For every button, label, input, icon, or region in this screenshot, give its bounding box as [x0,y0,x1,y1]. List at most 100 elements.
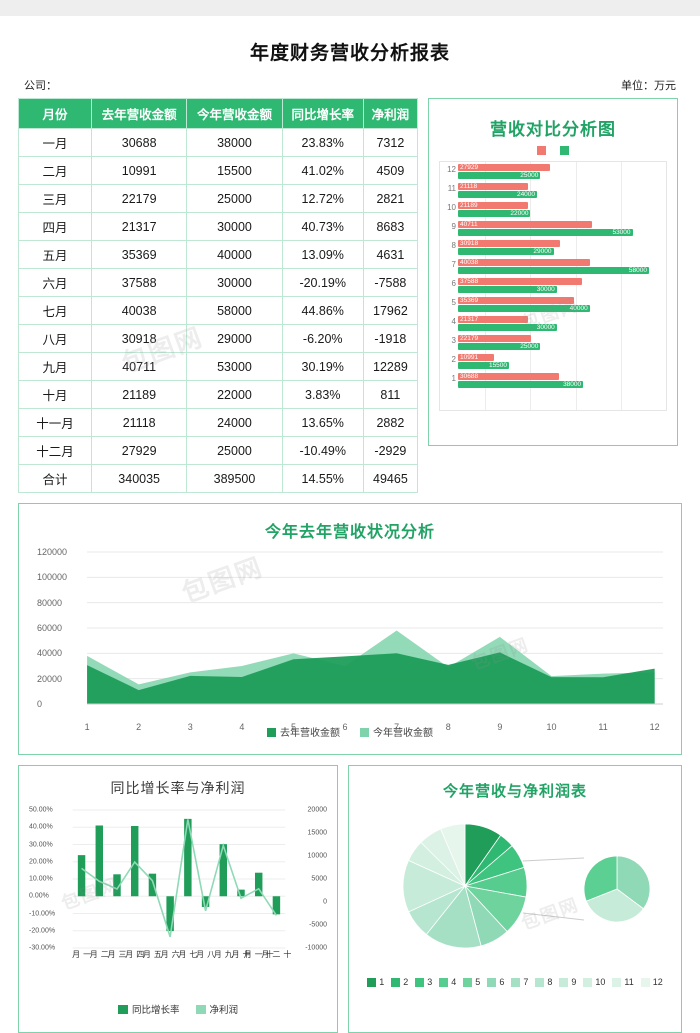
axis-tick-label: -20.00% [29,927,56,935]
bar-group: 4 21317 30000 [452,314,666,333]
bar-this-year: 25000 [458,343,541,350]
legend-label: 10 [595,977,606,987]
axis-tick-label: 5 [451,298,456,307]
area-chart-legend: 去年营收金额 今年营收金额 [27,724,673,739]
table-cell: 53000 [186,352,283,381]
table-row: 四月 21317 30000 40.73% 8683 [18,212,419,241]
col-this-year: 今年营收金额 [186,98,283,129]
legend-swatch [415,977,425,987]
table-cell: -6.20% [281,324,364,353]
bar-growth-rate [77,855,86,897]
compare-chart-plot: 12 27929 25000 11 21118 24000 10 21189 22000 9 407… [439,161,667,411]
legend-label: 1 [379,977,385,987]
table-cell: -10.49% [281,436,364,465]
table-cell: 10991 [90,156,188,185]
bar-last-year: 10991 [458,354,495,361]
table-cell: 811 [362,380,419,409]
axis-tick-label: 5 [290,722,296,732]
axis-tick-label: 9 [497,722,503,732]
pie-legend-item: 3 [415,977,432,987]
bar-group: 12 27929 25000 [447,162,666,181]
axis-tick-label: 40000 [37,648,63,659]
legend-swatch [487,977,497,987]
table-cell: 七月 [18,296,92,325]
axis-tick-label: 12 [447,165,456,174]
table-cell: 14.55% [281,464,364,493]
bar-last-year: 21317 [458,316,529,323]
legend-label: 9 [571,977,577,987]
table-cell: 22000 [186,380,283,409]
table-cell: 13.09% [281,240,364,269]
table-cell: 三月 [18,184,92,213]
bar-group: 7 40038 58000 [452,257,666,276]
area-chart-title: 今年去年营收状况分析 [264,524,435,541]
top-bar [0,0,700,16]
table-cell: 7312 [362,128,419,157]
axis-tick-label: 20000 [37,673,63,684]
table-cell: 389500 [186,464,283,493]
table-cell: 27929 [90,436,188,465]
table-cell: 22179 [90,184,188,213]
legend-label: 12 [652,977,663,987]
table-row: 七月 40038 58000 44.86% 17962 [18,296,419,325]
axis-tick-label: 2 [136,722,142,732]
table-cell: 六月 [18,268,92,297]
combo-legend-growth: 同比增长率 [117,1002,180,1016]
table-cell: 24000 [186,408,283,437]
table-cell: 21189 [90,380,188,409]
table-cell: 12289 [362,352,419,381]
combo-chart-plot: -30.00% -20.00% -10.00% 0.00% 10.00% 20.00% 30… [29,804,327,959]
table-row: 九月 40711 53000 30.19% 12289 [18,352,419,381]
table-cell: 21118 [90,408,188,437]
legend-swatch [535,977,545,987]
combo-chart-svg [72,809,286,949]
pie-chart-panel: 今年营收与净利润表 1 2 3 4 5 6 7 8 9 10 11 12 [348,765,682,1033]
table-cell: -1918 [362,324,419,353]
bar-this-year: 29000 [458,248,554,255]
axis-tick-label: 100000 [37,572,68,583]
compare-chart-legend [435,146,671,155]
axis-tick-label: 30.00% [29,841,53,848]
legend-label: 3 [427,977,433,987]
table-cell: 4509 [362,156,419,185]
table-cell: 17962 [362,296,419,325]
axis-tick-label: 15000 [307,829,327,837]
axis-tick-label: 40.00% [29,823,53,831]
bar-group: 6 37588 30000 [452,276,666,295]
table-cell: 五月 [18,240,92,269]
pie-legend-item: 6 [487,977,504,987]
table-cell: -20.19% [281,268,364,297]
legend-label: 7 [523,977,529,987]
table-row: 五月 35369 40000 13.09% 4631 [18,240,419,269]
legend-swatch-this-year [560,146,569,155]
pie-legend-item: 8 [535,977,552,987]
top-row: 月份 去年营收金额 今年营收金额 同比增长率 净利润 一月 30688 38000 2… [18,98,682,493]
axis-tick-label: 8 [445,722,451,732]
bar-last-year: 22179 [458,335,532,342]
axis-tick-label: 10000 [307,852,327,860]
pie-legend-item: 1 [367,977,384,987]
bar-last-year: 21118 [458,183,528,190]
table-row: 十二月 27929 25000 -10.49% -2929 [18,436,419,465]
area-chart-svg [87,551,663,705]
report-page: 年度财务营收分析报表 公司： 单位：万元 月份 去年营收金额 今年营收金额 同比… [0,38,700,1033]
axis-tick-label: 10.00% [29,875,53,883]
table-cell: 25000 [186,184,283,213]
bar-this-year: 58000 [458,267,649,274]
axis-tick-label: 6 [451,279,456,288]
bar-group: 9 40711 53000 [452,219,666,238]
table-cell: 十一月 [18,408,92,437]
table-cell: 13.65% [281,408,364,437]
bar-growth-rate [95,825,103,897]
axis-tick-label: 3 [187,722,193,732]
pie-legend-item: 5 [463,977,480,987]
axis-tick-label: -10.00% [29,910,56,917]
axis-tick-label: 20000 [307,806,327,814]
table-cell: 2821 [362,184,419,213]
axis-tick-label: 120000 [37,547,68,557]
legend-label: 8 [547,977,553,987]
axis-tick-label: 6 [342,722,348,732]
legend-label: 2 [403,977,409,987]
legend-swatch [640,977,650,987]
table-cell: 40000 [186,240,283,269]
